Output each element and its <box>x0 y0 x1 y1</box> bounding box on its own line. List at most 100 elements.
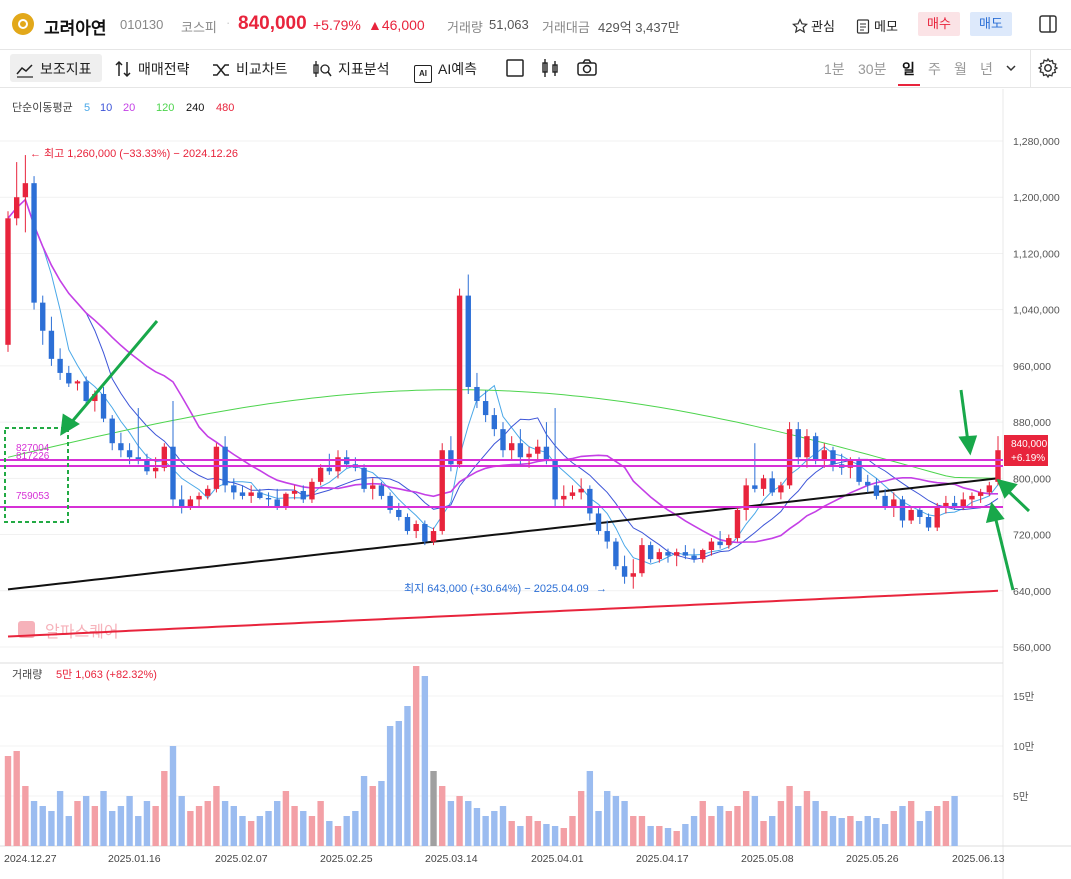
candle-body <box>856 460 862 482</box>
candle-body <box>543 446 550 461</box>
candle-body <box>317 467 324 482</box>
high-annotation-arrow: ← <box>30 148 41 160</box>
settings-button[interactable] <box>1037 57 1059 84</box>
date-tick-label: 2025.06.13 <box>952 853 1005 865</box>
stock-header: 고려아연 010130 코스피 · 840,000 +5.79% ▲46,000… <box>0 0 1071 50</box>
active-period-underline <box>898 84 920 86</box>
price-chart[interactable]: 1,280,000 1,200,000 1,120,000 1,040,000 960,… <box>0 89 1071 879</box>
volume-bar <box>734 806 741 846</box>
date-tick-label: 2025.05.26 <box>846 853 899 865</box>
candle-body <box>396 509 402 517</box>
volume-bar <box>82 796 90 846</box>
candle-body <box>257 492 263 499</box>
candle-body <box>5 218 11 345</box>
volume-bar <box>664 828 672 846</box>
indicators-button[interactable]: 보조지표 <box>16 59 92 79</box>
period-month[interactable]: 월 <box>954 59 967 79</box>
arrow-to-box <box>68 320 159 425</box>
strategy-button[interactable]: 매매전략 <box>114 59 190 79</box>
period-week[interactable]: 주 <box>928 59 941 79</box>
ma-legend-title: 단순이동평균 <box>12 101 73 114</box>
candle-body <box>109 418 115 444</box>
change-percent: +5.79% <box>313 17 361 33</box>
compare-button[interactable]: 비교차트 <box>212 59 288 79</box>
price-tag-change: +6.19% <box>1011 453 1045 464</box>
volume-bar <box>135 816 142 846</box>
ma-legend-period: 10 <box>100 102 112 114</box>
market-name: 코스피 <box>181 20 217 35</box>
volume-bar <box>65 816 72 846</box>
candle-body <box>760 478 767 489</box>
period-1min[interactable]: 1분 <box>824 59 845 79</box>
ma5-line <box>7 198 999 565</box>
volume-bar <box>595 811 602 846</box>
volume-bar <box>352 811 359 846</box>
candle-body <box>152 467 159 472</box>
memo-button[interactable]: 메모 <box>856 16 898 35</box>
volume-bar <box>630 816 637 846</box>
candle-body <box>639 545 645 574</box>
ma240-line <box>7 477 999 591</box>
screenshot-button[interactable] <box>576 58 598 83</box>
volume-bar <box>265 811 272 846</box>
volume-bar <box>577 791 585 846</box>
period-year[interactable]: 년 <box>980 59 993 79</box>
volume-bar <box>925 811 932 846</box>
candle-body <box>977 492 984 496</box>
candle-body <box>726 538 732 546</box>
ai-forecast-button[interactable]: AI AI예측 <box>414 59 477 83</box>
ma-legend-period: 120 <box>156 102 174 114</box>
date-tick-label: 2025.04.17 <box>636 853 689 865</box>
chart-type-button[interactable] <box>540 58 560 83</box>
volume-bar <box>91 806 99 846</box>
candle-body <box>482 401 489 416</box>
volume-bar <box>274 801 281 846</box>
period-30min[interactable]: 30분 <box>858 59 886 79</box>
volume-bar <box>369 786 376 846</box>
price-tick-label: 640,000 <box>1013 586 1051 598</box>
analysis-button[interactable]: 지표분석 <box>312 59 390 79</box>
volume-bar <box>508 821 515 846</box>
volume-bar <box>326 821 333 846</box>
candle-body <box>925 516 932 528</box>
rectangle-tool-button[interactable] <box>505 58 525 83</box>
header-divider-dot: · <box>226 15 231 30</box>
volume-bar <box>256 816 264 846</box>
memo-label: 메모 <box>874 19 898 34</box>
candle-body <box>621 566 628 577</box>
arrow-head-down <box>958 435 978 456</box>
square-icon <box>506 59 524 77</box>
volume-bar <box>829 816 837 846</box>
candle-body <box>74 381 81 384</box>
stock-name[interactable]: 고려아연 <box>44 14 107 39</box>
volume-tick-label: 15만 <box>1013 691 1035 703</box>
panel-toggle-button[interactable] <box>1038 14 1058 39</box>
candle-body <box>196 495 202 500</box>
candle-body <box>161 446 168 468</box>
volume-bar <box>30 801 38 846</box>
candle-body <box>456 295 463 465</box>
volume-bar <box>499 806 507 846</box>
ma-legend-period: 5 <box>84 102 90 114</box>
buy-button[interactable]: 매수 <box>918 12 960 36</box>
period-day[interactable]: 일 <box>902 59 915 79</box>
ma-legend-period: 240 <box>186 102 204 114</box>
price-tick-label: 1,120,000 <box>1013 248 1060 260</box>
volume-bar <box>621 801 628 846</box>
volume-bar <box>803 791 811 846</box>
compare-label: 비교차트 <box>236 61 288 77</box>
volume-bar <box>795 806 802 846</box>
sell-button[interactable]: 매도 <box>970 12 1012 36</box>
period-dropdown-button[interactable] <box>1004 61 1018 80</box>
volume-bar <box>899 806 906 846</box>
level-label-817226: 817226 <box>16 451 50 462</box>
volume-bar <box>230 806 237 846</box>
volume-bar <box>656 826 663 846</box>
volume-bar <box>178 796 185 846</box>
candle-body <box>213 446 220 489</box>
volume-bar <box>447 801 455 846</box>
candle-body <box>734 509 741 539</box>
volume-bar <box>48 811 55 846</box>
watch-button[interactable]: 관심 <box>792 16 835 35</box>
ma-legend[interactable]: 단순이동평균 5 10 20 120 240 480 <box>12 101 234 114</box>
